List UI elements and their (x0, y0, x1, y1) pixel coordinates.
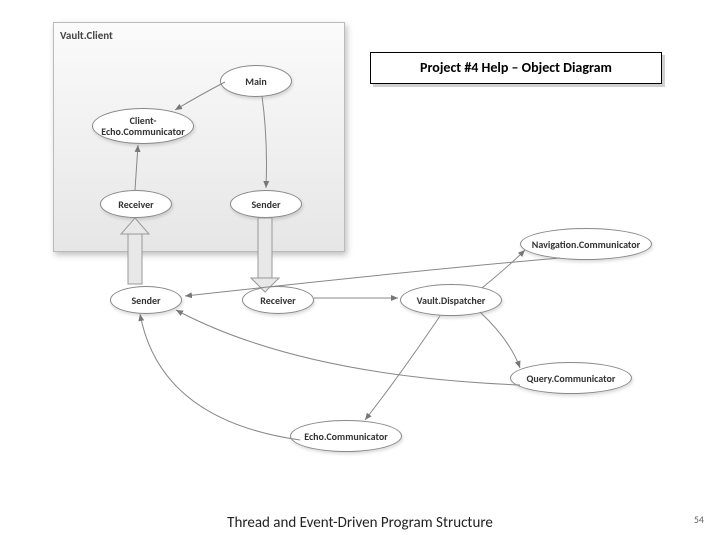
vault-client-label: Vault.Client (60, 29, 113, 42)
node-dispatcher: Vault.Dispatcher (400, 284, 502, 316)
node-query-communicator: Query.Communicator (510, 362, 632, 394)
document-vault-label: Document.Vault (593, 195, 666, 208)
node-receiver-client: Receiver (100, 190, 172, 218)
page-number: 54 (694, 513, 704, 526)
vault-client-region: Vault.Client (53, 22, 345, 252)
node-receiver-vault: Receiver (242, 286, 314, 314)
diagram-title: Project #4 Help – Object Diagram (370, 52, 662, 84)
node-sender-vault: Sender (110, 286, 182, 314)
node-client-echo: Client- Echo.Communicator (92, 108, 194, 144)
slide-footer: Thread and Event-Driven Program Structur… (0, 514, 720, 532)
node-navigation-communicator: Navigation.Communicator (520, 228, 652, 260)
node-echo-communicator: Echo.Communicator (290, 420, 402, 452)
node-sender-client: Sender (230, 190, 302, 218)
node-main: Main (220, 65, 292, 97)
